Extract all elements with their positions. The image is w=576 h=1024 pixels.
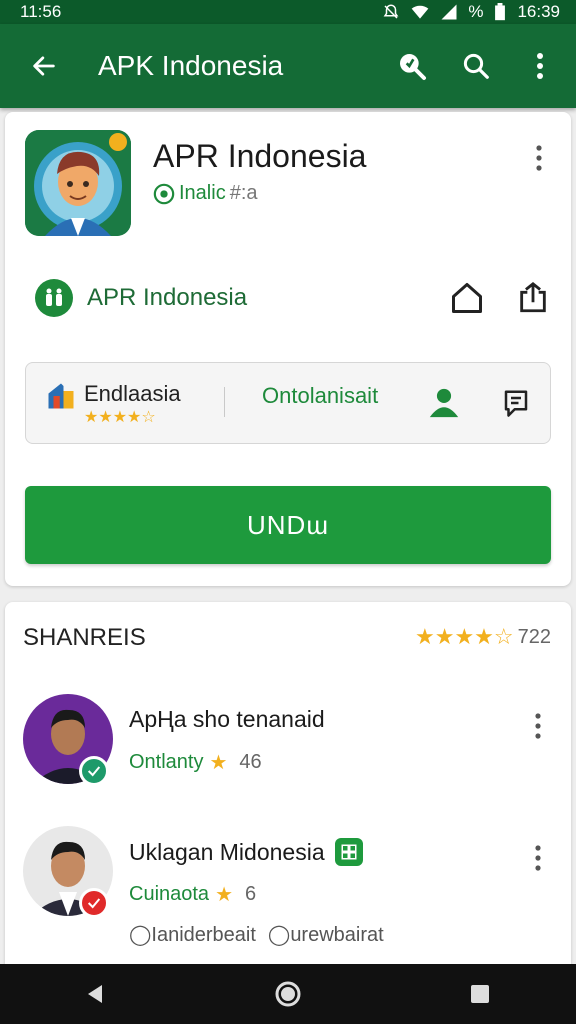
- recents-nav-icon: [471, 985, 489, 1003]
- review-tag-2-label: urewbairat: [290, 924, 384, 946]
- reviews-section-title: SHANREIS: [23, 624, 146, 651]
- more-vert-icon: [535, 845, 541, 871]
- review-meta: Cuinaota ★ 6: [129, 882, 256, 907]
- review-meta: Ontlanty ★ 46: [129, 750, 262, 775]
- home-icon: [452, 283, 482, 313]
- reviews-rating: ★★★★☆ 722: [415, 624, 551, 650]
- review-tag-1[interactable]: ◯Ianiderbeait: [129, 922, 256, 947]
- back-nav-icon: [88, 985, 102, 1003]
- grid-icon: [341, 844, 357, 860]
- category-icon: [48, 383, 74, 409]
- check-icon: [87, 766, 101, 777]
- search-icon: [463, 53, 489, 79]
- review-more-button[interactable]: [523, 840, 553, 876]
- notification-off-icon: [383, 4, 399, 19]
- search-button[interactable]: [448, 38, 504, 94]
- review-more-button[interactable]: [523, 708, 553, 744]
- info-left-stars: ★★★★☆: [84, 409, 156, 426]
- review-tag-1-label: Ianiderbeait: [151, 924, 256, 946]
- star-icon: ★: [209, 752, 228, 774]
- app-avatar-icon: [25, 130, 131, 236]
- review-meta-label: Cuinaota: [129, 883, 210, 905]
- app-bar-title: APK Indonesia: [98, 50, 284, 81]
- system-nav-bar: [0, 964, 576, 1024]
- developer-name[interactable]: APR Indonesia: [87, 284, 423, 312]
- app-more-button[interactable]: [523, 138, 555, 178]
- info-left-label: Endlaasia: [84, 381, 181, 406]
- home-button[interactable]: [445, 276, 489, 320]
- verified-badge: [79, 756, 109, 786]
- status-bar: 11:56 % 16:39: [0, 0, 576, 24]
- people-icon: [46, 288, 62, 306]
- nav-home-button[interactable]: [258, 969, 318, 1019]
- home-nav-icon: [275, 981, 301, 1007]
- share-icon: [520, 282, 546, 313]
- app-subtitle-muted: #:a: [229, 182, 258, 204]
- status-time-left: 11:56: [20, 2, 62, 21]
- app-subtitle-main: Inalic: [179, 182, 226, 204]
- review-item[interactable]: Uklagan Midonesia Cuinaota ★ 6 ◯Ianiderb…: [23, 826, 553, 946]
- battery-icon: [495, 3, 506, 21]
- app-details-card: APR Indonesia Inalic #:a APR Indonesia E…: [5, 112, 571, 586]
- install-button[interactable]: UNDɯ: [25, 486, 551, 564]
- reviewer-name: ApҢa sho tenanaid: [129, 706, 325, 732]
- developer-logo: [35, 279, 73, 317]
- info-center-label[interactable]: Ontolanisait: [262, 383, 378, 409]
- reviews-stars: ★★★★☆: [415, 624, 514, 649]
- more-vert-icon: [537, 53, 543, 79]
- app-title: APR Indonesia: [153, 138, 367, 174]
- app-bar: APK Indonesia: [0, 24, 576, 108]
- flag-badge: [79, 888, 109, 918]
- developer-row: APR Indonesia: [35, 278, 555, 318]
- more-vert-icon: [536, 145, 542, 171]
- overflow-menu-button[interactable]: [512, 38, 568, 94]
- more-vert-icon: [535, 713, 541, 739]
- shield-search-icon: [400, 54, 426, 80]
- info-box: Endlaasia ★★★★☆ Ontolanisait: [25, 362, 551, 444]
- app-subtitle: Inalic #:a: [153, 182, 258, 205]
- comment-icon: [504, 390, 528, 417]
- review-meta-count: 46: [239, 751, 262, 773]
- comment-button[interactable]: [496, 383, 536, 423]
- grid-badge: [334, 838, 363, 866]
- check-icon: [87, 898, 101, 909]
- review-meta-label: Ontlanty: [129, 751, 204, 773]
- review-meta-count: 6: [245, 883, 257, 905]
- star-icon: ★: [215, 884, 233, 906]
- wifi-icon: [411, 5, 429, 19]
- battery-percent: %: [468, 2, 484, 21]
- nav-recents-button[interactable]: [450, 969, 510, 1019]
- shield-search-button[interactable]: [384, 38, 440, 94]
- back-arrow-icon: [33, 56, 55, 76]
- back-button[interactable]: [12, 34, 76, 98]
- nav-back-button[interactable]: [66, 969, 126, 1019]
- reviews-card: SHANREIS ★★★★☆ 722 ApҢa sho tenanaid Ont…: [5, 602, 571, 972]
- reviewer-name-row: Uklagan Midonesia: [129, 838, 363, 866]
- status-time-right: 16:39: [517, 2, 560, 21]
- review-tag-2[interactable]: ◯urewbairat: [268, 922, 384, 947]
- review-tags: ◯Ianiderbeait ◯urewbairat: [129, 922, 384, 947]
- review-item[interactable]: ApҢa sho tenanaid Ontlanty ★ 46: [23, 694, 553, 804]
- info-divider: [224, 387, 225, 417]
- person-icon: [429, 388, 459, 418]
- info-left: Endlaasia ★★★★☆: [46, 381, 181, 427]
- status-icons: % 16:39: [382, 2, 560, 22]
- person-button[interactable]: [424, 383, 464, 423]
- share-button[interactable]: [511, 276, 555, 320]
- signal-icon: [441, 4, 457, 20]
- app-icon[interactable]: [25, 130, 131, 236]
- reviews-count: 722: [517, 625, 551, 648]
- verified-icon: [153, 183, 175, 204]
- reviewer-name: Uklagan Midonesia: [129, 838, 325, 865]
